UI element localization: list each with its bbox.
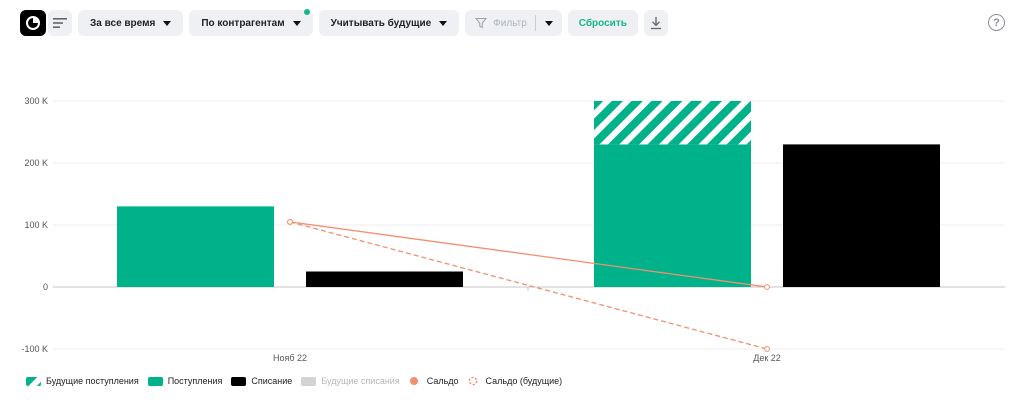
- legend-item-future-income[interactable]: Будущие поступления: [26, 376, 139, 386]
- y-tick-label: -100 K: [21, 344, 48, 354]
- legend-label-expense: Списание: [251, 376, 293, 386]
- x-tick-label: Дек 22: [753, 353, 781, 363]
- bar-income: [594, 144, 751, 287]
- legend-item-balance[interactable]: Сальдо: [409, 376, 459, 386]
- legend-swatch-expense: [231, 376, 247, 386]
- chart-legend: Будущие поступления Поступления Списание…: [26, 374, 571, 388]
- y-tick-label: 300 K: [24, 96, 48, 106]
- legend-label-future-expense: Будущие списания: [321, 376, 400, 386]
- legend-item-income[interactable]: Поступления: [147, 376, 223, 386]
- legend-swatch-income: [147, 376, 163, 386]
- legend-label-balance-future: Сальдо (будущие): [485, 376, 563, 386]
- legend-label-income: Поступления: [167, 376, 223, 386]
- chart: 300 K 200 K 100 K 0 -100 K Нояб 22 Дек 22: [21, 96, 1005, 363]
- legend-item-future-expense[interactable]: Будущие списания: [301, 376, 400, 386]
- bar-future-income: [594, 101, 751, 145]
- y-tick-label: 0: [43, 282, 48, 292]
- bar-expense: [306, 271, 463, 287]
- legend-item-expense[interactable]: Списание: [231, 376, 292, 386]
- point-balance-future: [764, 346, 770, 352]
- point-balance-future: [287, 219, 293, 225]
- legend-swatch-balance-future: [468, 376, 477, 386]
- y-tick-label: 200 K: [24, 158, 48, 168]
- legend-label-future-income: Будущие поступления: [46, 376, 139, 386]
- x-tick-label: Нояб 22: [273, 353, 307, 363]
- point-balance: [764, 284, 770, 290]
- legend-swatch-balance: [409, 377, 418, 385]
- legend-swatch-future-expense: [301, 376, 317, 386]
- bar-expense: [783, 144, 940, 287]
- y-tick-label: 100 K: [24, 220, 48, 230]
- legend-swatch-future-income: [26, 376, 41, 386]
- legend-item-balance-future[interactable]: Сальдо (будущие): [468, 376, 563, 386]
- legend-label-balance: Сальдо: [426, 376, 459, 386]
- bar-income: [117, 206, 274, 287]
